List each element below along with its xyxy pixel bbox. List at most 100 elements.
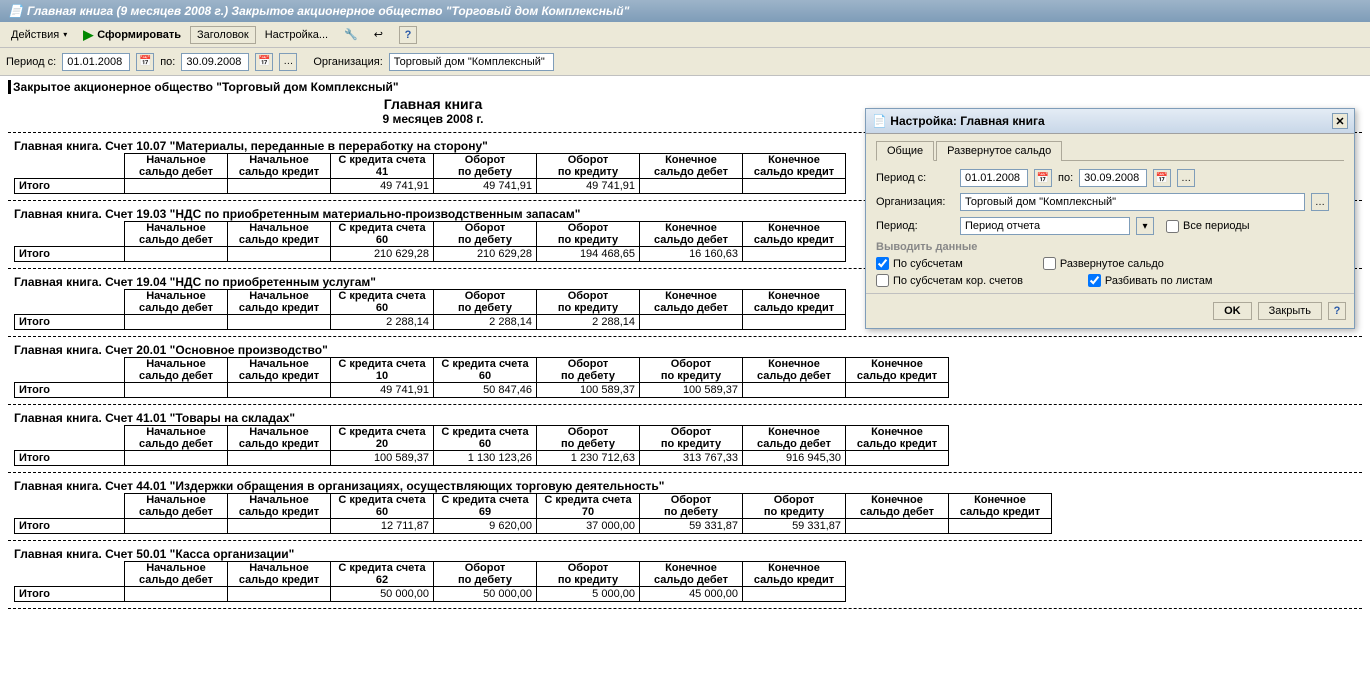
cell-value: 100 589,37 (640, 383, 743, 398)
column-header: Начальноесальдо кредит (228, 290, 331, 315)
cell-value: 12 711,87 (331, 519, 434, 534)
settings-button[interactable]: Настройка... (258, 26, 335, 44)
column-header: Конечноесальдо кредит (743, 222, 846, 247)
column-header: Конечноесальдо кредит (846, 358, 949, 383)
cell-value: 50 847,46 (434, 383, 537, 398)
column-header: Начальноесальдо дебет (125, 426, 228, 451)
dlg-period-label: Период: (876, 220, 954, 232)
tool-icon-1[interactable]: 🔧 (337, 25, 365, 44)
cell-value (125, 451, 228, 466)
dlg-period-select[interactable] (960, 217, 1130, 235)
cell-value: 2 288,14 (331, 315, 434, 330)
report-subtitle: 9 месяцев 2008 г. (8, 112, 858, 126)
tab-general[interactable]: Общие (876, 141, 934, 161)
column-header: Начальноесальдо дебет (125, 290, 228, 315)
dlg-org-input[interactable] (960, 193, 1305, 211)
close-btn[interactable]: Закрыть (1258, 302, 1322, 320)
cell-value (846, 519, 949, 534)
all-periods-checkbox[interactable]: Все периоды (1166, 220, 1250, 233)
ledger-table: Начальноесальдо дебетНачальноесальдо кре… (14, 153, 846, 194)
column-header: С кредита счета70 (537, 494, 640, 519)
period-from-input[interactable] (62, 53, 130, 71)
row-label-header (15, 290, 125, 315)
divider (8, 608, 1362, 609)
cell-value: 5 000,00 (537, 587, 640, 602)
split-sheets-checkbox[interactable]: Разбивать по листам (1088, 274, 1213, 287)
row-label-header (15, 494, 125, 519)
dlg-period-to-input[interactable] (1079, 169, 1147, 187)
close-button[interactable]: ✕ (1332, 113, 1348, 129)
column-header: Оборотпо дебету (434, 222, 537, 247)
org-input[interactable] (389, 53, 554, 71)
section-title: Главная книга. Счет 50.01 "Касса организ… (14, 547, 1362, 561)
ledger-table: Начальноесальдо дебетНачальноесальдо кре… (14, 561, 846, 602)
section-title: Главная книга. Счет 44.01 "Издержки обра… (14, 479, 1362, 493)
cell-value: 1 230 712,63 (537, 451, 640, 466)
cell-value: 100 589,37 (331, 451, 434, 466)
save-settings-icon: 🔧 (344, 28, 358, 41)
actions-menu[interactable]: Действия▾ (4, 26, 74, 44)
header-button[interactable]: Заголовок (190, 26, 256, 44)
cell-value: 16 160,63 (640, 247, 743, 262)
dlg-to-label: по: (1058, 172, 1073, 184)
cell-value (125, 383, 228, 398)
cell-value (228, 587, 331, 602)
tab-balance[interactable]: Развернутое сальдо (936, 141, 1062, 161)
column-header: С кредита счета62 (331, 562, 434, 587)
cell-value: 210 629,28 (331, 247, 434, 262)
report-org: Закрытое акционерное общество "Торговый … (8, 80, 1362, 94)
by-sub-checkbox[interactable]: По субсчетам (876, 257, 963, 270)
column-header: Конечноесальдо дебет (846, 494, 949, 519)
period-to-input[interactable] (181, 53, 249, 71)
column-header: Конечноесальдо дебет (640, 290, 743, 315)
column-header: С кредита счета41 (331, 154, 434, 179)
column-header: Начальноесальдо дебет (125, 358, 228, 383)
column-header: Конечноесальдо дебет (743, 426, 846, 451)
tool-icon-2[interactable]: ↩ (367, 25, 390, 44)
dialog-titlebar: 📄 Настройка: Главная книга ✕ (866, 109, 1354, 134)
settings-dialog: 📄 Настройка: Главная книга ✕ Общие Разве… (865, 108, 1355, 329)
ledger-table: Начальноесальдо дебетНачальноесальдо кре… (14, 493, 1052, 534)
dlg-org-picker[interactable]: … (1311, 193, 1329, 211)
cell-value (743, 383, 846, 398)
column-header: Начальноесальдо кредит (228, 154, 331, 179)
period-from-label: Период с: (6, 56, 56, 68)
section-title: Главная книга. Счет 41.01 "Товары на скл… (14, 411, 1362, 425)
cell-value: 49 741,91 (331, 383, 434, 398)
dlg-cal-to[interactable]: 📅 (1153, 169, 1171, 187)
dlg-period-picker[interactable]: … (1177, 169, 1195, 187)
calendar-to-button[interactable]: 📅 (255, 53, 273, 71)
cell-value (949, 519, 1052, 534)
period-picker-button[interactable]: … (279, 53, 297, 71)
calendar-from-button[interactable]: 📅 (136, 53, 154, 71)
cell-value (846, 383, 949, 398)
cell-value: 100 589,37 (537, 383, 640, 398)
ok-button[interactable]: OK (1213, 302, 1252, 320)
exp-balance-checkbox[interactable]: Развернутое сальдо (1043, 257, 1164, 270)
column-header: Начальноесальдо кредит (228, 358, 331, 383)
dlg-period-dropdown[interactable]: ▾ (1136, 217, 1154, 235)
total-label: Итого (15, 179, 125, 194)
play-icon: ▶ (83, 27, 93, 43)
filter-bar: Период с: 📅 по: 📅 … Организация: (0, 48, 1370, 76)
total-label: Итого (15, 519, 125, 534)
help-button[interactable]: ? (392, 23, 424, 47)
report-title: Главная книга (8, 96, 858, 112)
form-button[interactable]: ▶ Сформировать (76, 24, 188, 46)
dlg-help-button[interactable]: ? (1328, 302, 1346, 320)
divider (8, 540, 1362, 541)
column-header: С кредита счета69 (434, 494, 537, 519)
cell-value (228, 247, 331, 262)
cell-value (640, 315, 743, 330)
row-label-header (15, 562, 125, 587)
by-sub-cor-checkbox[interactable]: По субсчетам кор. счетов (876, 274, 1023, 287)
column-header: Оборотпо кредиту (537, 562, 640, 587)
cell-value (125, 519, 228, 534)
dialog-title: Настройка: Главная книга (890, 114, 1044, 128)
cell-value: 50 000,00 (331, 587, 434, 602)
divider (8, 472, 1362, 473)
dlg-period-from-input[interactable] (960, 169, 1028, 187)
column-header: Начальноесальдо кредит (228, 222, 331, 247)
dlg-cal-from[interactable]: 📅 (1034, 169, 1052, 187)
total-label: Итого (15, 315, 125, 330)
